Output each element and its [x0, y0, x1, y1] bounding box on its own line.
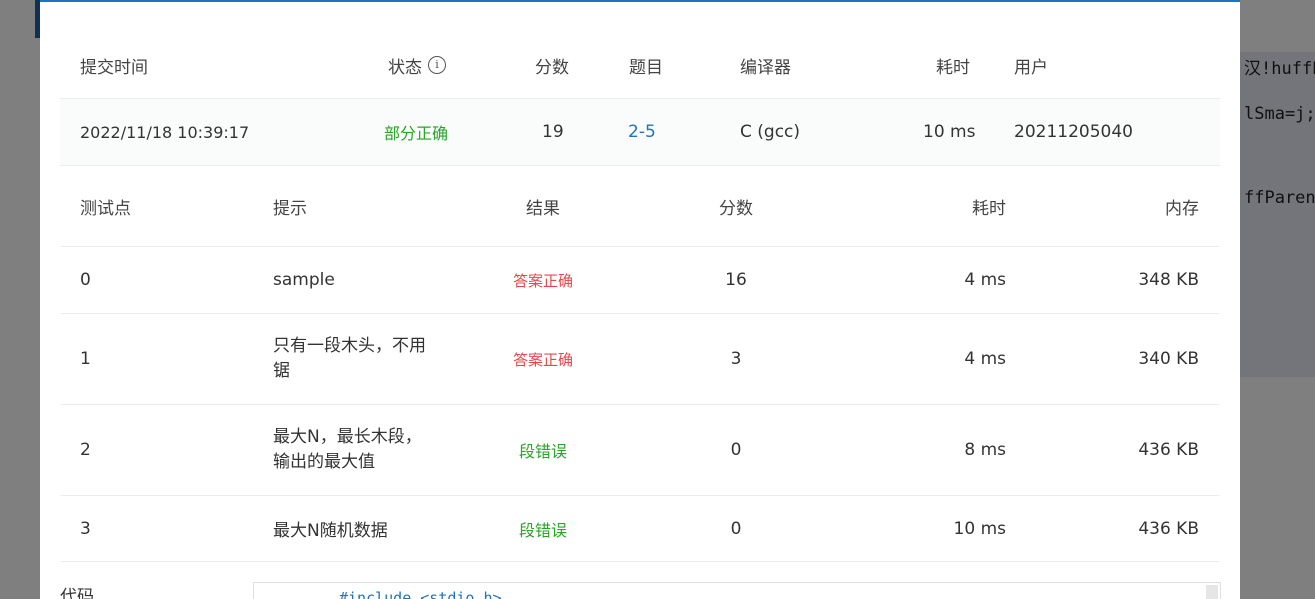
case-score: 0 — [730, 518, 742, 539]
case-score: 0 — [730, 440, 742, 460]
case-time: 8 ms — [964, 440, 1006, 460]
case-hint: 只有一段木头，不用锯 — [273, 336, 426, 381]
table-row: 2 最大N，最长木段，输出的最大值 段错误 0 8 ms 436 KB — [60, 405, 1220, 496]
case-hint: sample — [273, 269, 335, 290]
header-hint: 提示 — [273, 198, 307, 219]
case-id: 0 — [80, 270, 91, 290]
summary-row: 2022/11/18 10:39:17 部分正确 19 2-5 C (gcc) … — [60, 98, 1220, 166]
case-time: 10 ms — [953, 518, 1006, 539]
problem-link[interactable]: 2-5 — [628, 99, 656, 165]
header-case: 测试点 — [80, 198, 131, 219]
info-icon[interactable]: i — [428, 56, 446, 74]
case-memory: 348 KB — [1138, 270, 1199, 290]
status-badge: 部分正确 — [384, 124, 449, 143]
header-tc-time: 耗时 — [972, 198, 1006, 219]
submission-detail-modal: 提交时间 状态 i 分数 题目 编译器 耗时 用户 2022/11/18 10:… — [40, 0, 1240, 599]
header-memory: 内存 — [1165, 198, 1199, 219]
header-user: 用户 — [1014, 57, 1048, 78]
testcase-table-header: 测试点 提示 结果 分数 耗时 内存 — [60, 166, 1220, 247]
case-memory: 436 KB — [1138, 440, 1199, 460]
code-first-line: #include <stdio.h> — [339, 589, 502, 599]
score-value: 19 — [542, 122, 564, 142]
header-time: 耗时 — [936, 57, 970, 78]
header-submit-time: 提交时间 — [80, 57, 148, 78]
result-badge: 段错误 — [518, 520, 567, 540]
case-hint: 最大N随机数据 — [273, 521, 388, 541]
case-score: 3 — [730, 349, 742, 369]
compiler-value: C (gcc) — [740, 122, 801, 142]
summary-table-header: 提交时间 状态 i 分数 题目 编译器 耗时 用户 — [60, 34, 1220, 96]
case-memory: 340 KB — [1138, 349, 1199, 369]
table-row: 0 sample 答案正确 16 4 ms 348 KB — [60, 247, 1220, 314]
header-problem: 题目 — [629, 57, 663, 78]
result-badge: 答案正确 — [512, 271, 573, 290]
table-row: 1 只有一段木头，不用锯 答案正确 3 4 ms 340 KB — [60, 314, 1220, 405]
case-hint: 最大N，最长木段，输出的最大值 — [273, 427, 422, 472]
table-row: 3 最大N随机数据 段错误 0 10 ms 436 KB — [60, 496, 1220, 562]
case-score: 16 — [725, 270, 747, 290]
result-badge: 答案正确 — [512, 350, 573, 369]
header-status-label: 状态 — [388, 57, 422, 78]
case-id: 1 — [80, 349, 91, 369]
submit-time-value: 2022/11/18 10:39:17 — [80, 122, 250, 142]
case-time: 4 ms — [964, 270, 1006, 290]
case-time: 4 ms — [964, 349, 1006, 369]
header-status: 状态 i — [388, 34, 446, 96]
user-value: 20211205040 — [1014, 122, 1133, 142]
case-memory: 436 KB — [1138, 518, 1199, 539]
case-id: 2 — [80, 440, 91, 460]
code-section-label: 代码 — [60, 587, 94, 599]
result-badge: 段错误 — [518, 442, 567, 461]
header-score: 分数 — [535, 57, 569, 78]
time-value: 10 ms — [923, 122, 976, 142]
case-id: 3 — [80, 518, 91, 539]
code-viewer[interactable]: #include <stdio.h> — [253, 582, 1221, 599]
header-result: 结果 — [526, 198, 560, 219]
header-compiler: 编译器 — [740, 57, 791, 78]
header-tc-score: 分数 — [719, 198, 753, 219]
